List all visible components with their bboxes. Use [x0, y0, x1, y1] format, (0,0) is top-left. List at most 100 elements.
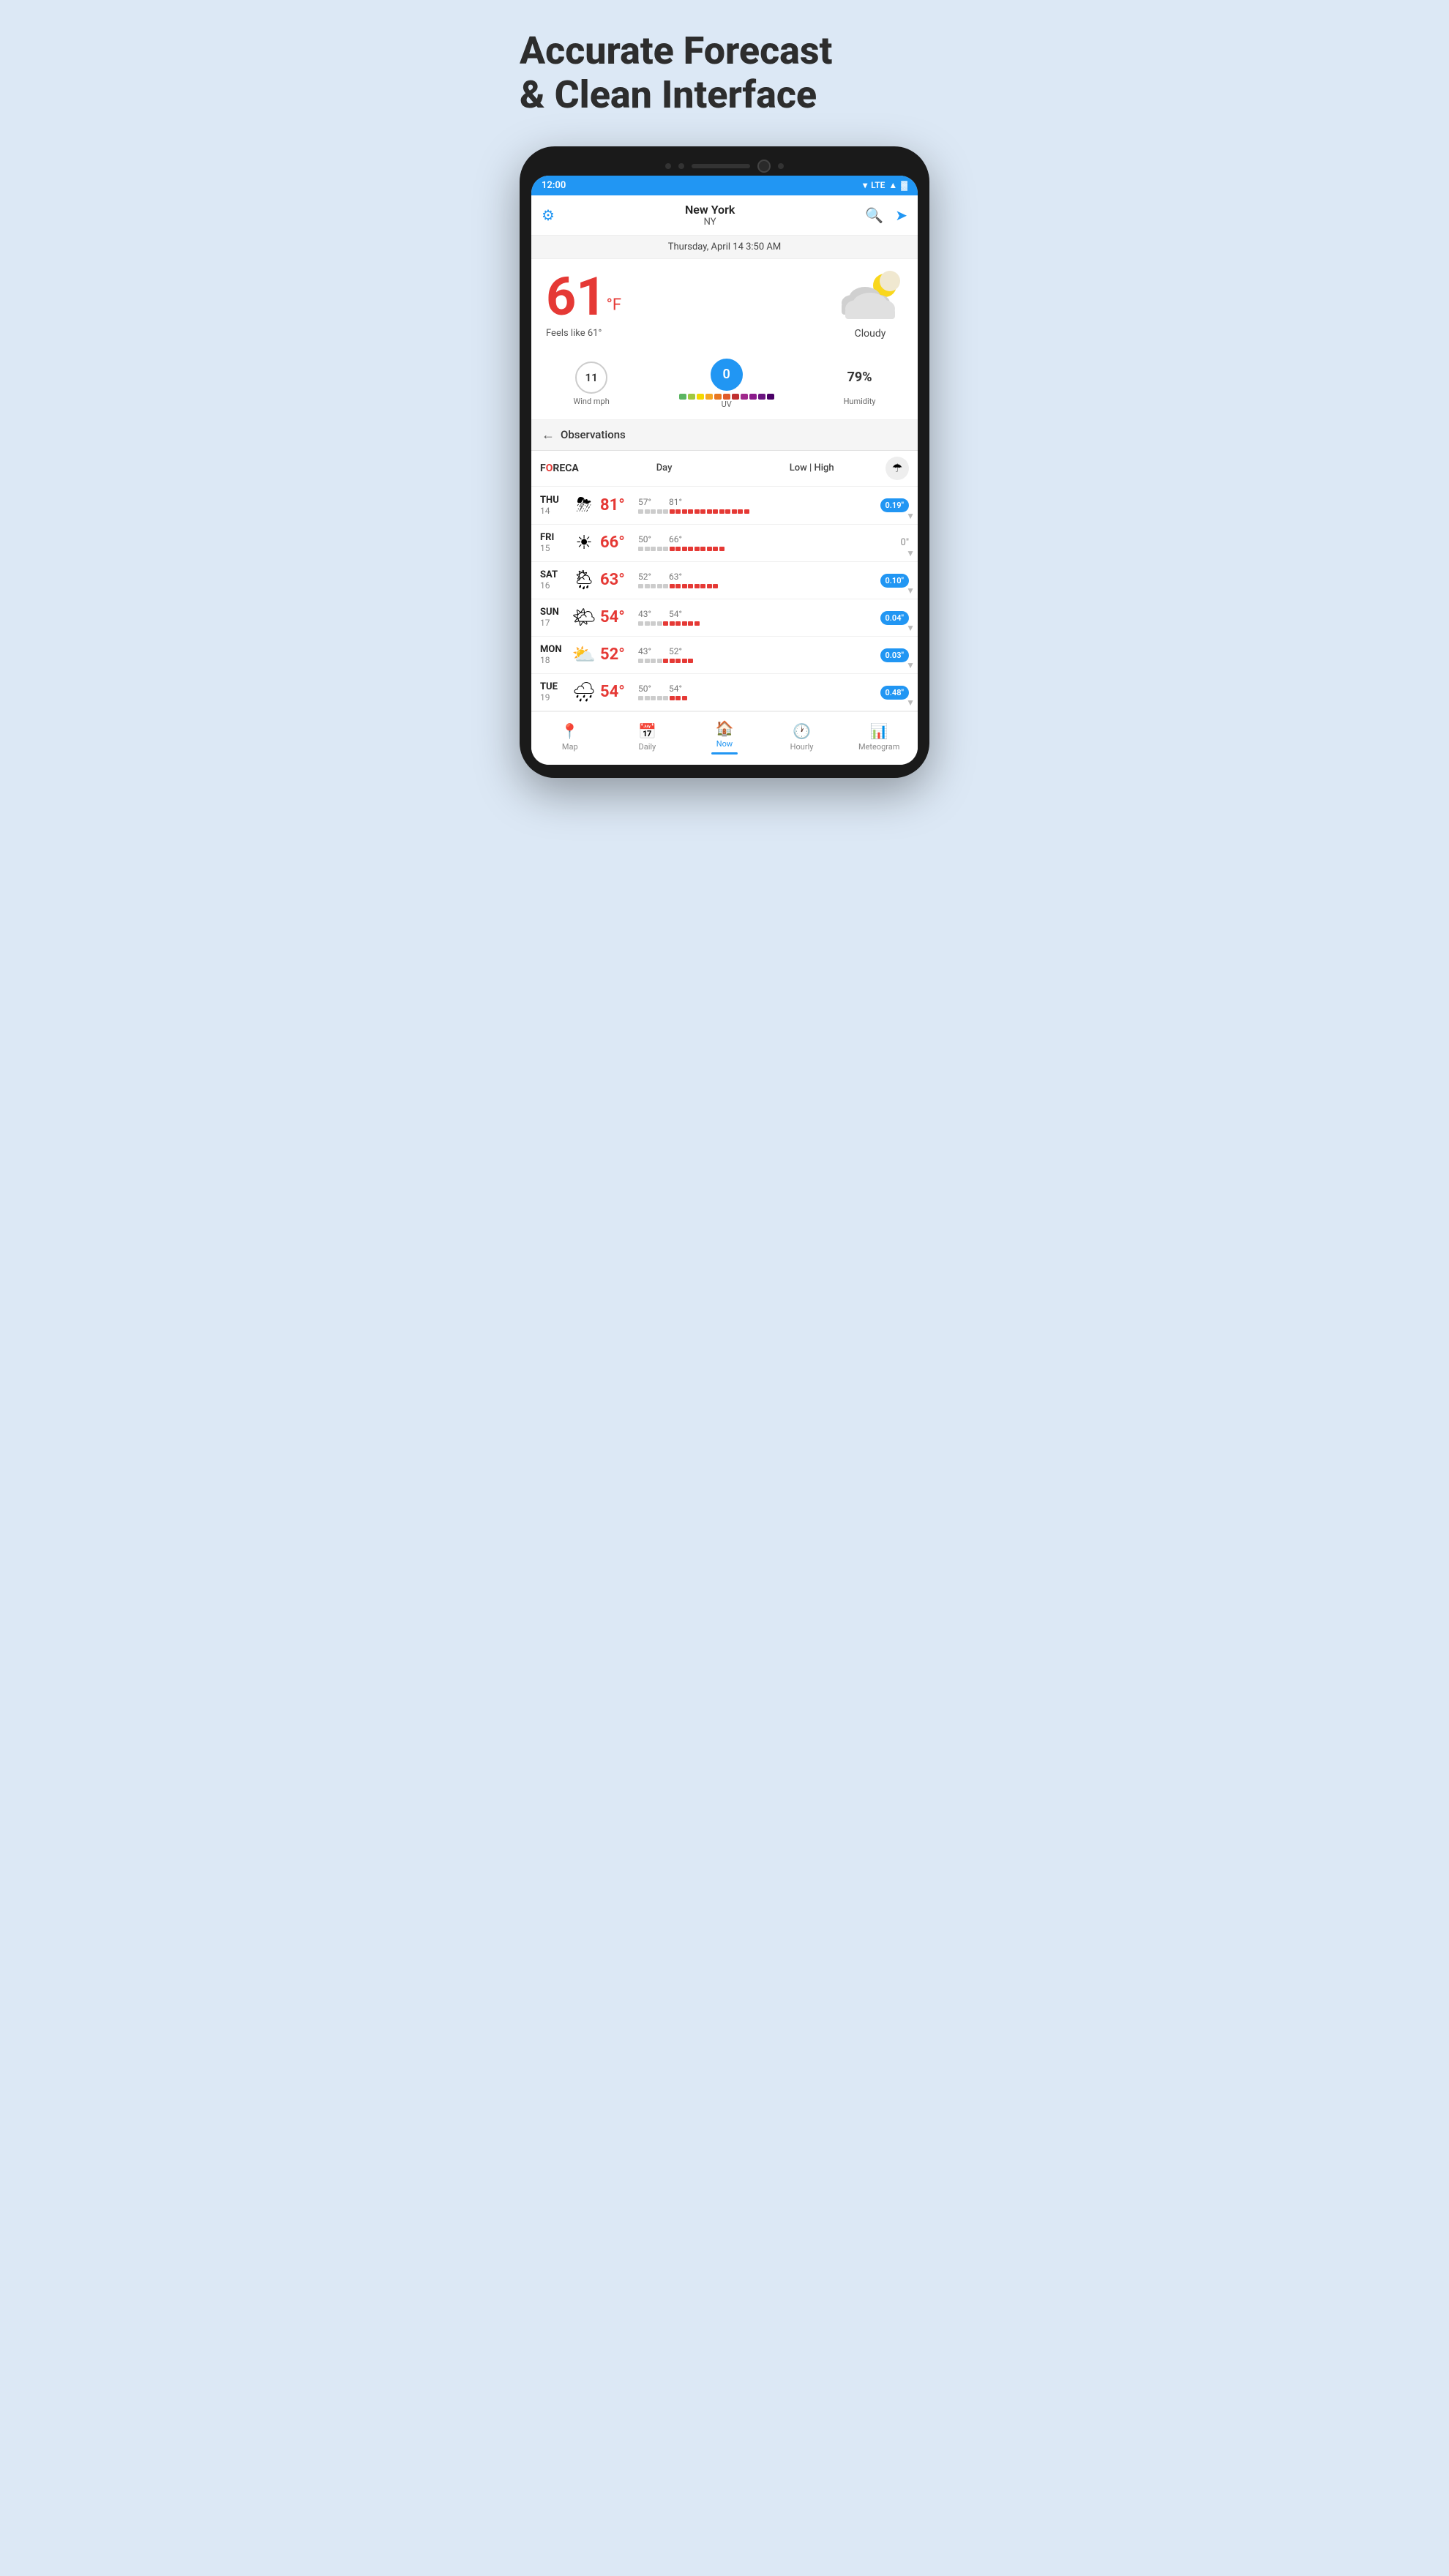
forecast-day: TUE19 — [540, 681, 568, 703]
uv-seg-4 — [714, 394, 722, 400]
headline: Accurate Forecast & Clean Interface — [520, 29, 929, 117]
settings-icon[interactable]: ⚙ — [542, 206, 555, 224]
stats-row: 11 Wind mph 0 UV 79% Humidity — [531, 351, 918, 420]
forecast-row[interactable]: FRI15☀66°50°66°0"▼ — [531, 525, 918, 562]
map-nav-icon: 📍 — [561, 722, 579, 740]
uv-value: 0 — [723, 367, 730, 382]
forecast-icon: ☀ — [568, 532, 600, 554]
nav-item-daily[interactable]: 📅 Daily — [625, 722, 669, 752]
chevron-down-icon: ▼ — [906, 511, 915, 521]
forecast-icon: ⛈ — [568, 494, 600, 517]
uv-bar — [679, 394, 774, 400]
wind-label: Wind mph — [573, 397, 609, 406]
hourly-nav-label: Hourly — [790, 742, 814, 752]
phone-outer: 12:00 ▾ LTE ▲ ▓ ⚙ New York NY 🔍 ➤ Thursd… — [520, 146, 929, 778]
nav-item-meteogram[interactable]: 📊 Meteogram — [857, 722, 901, 752]
chevron-down-icon: ▼ — [906, 660, 915, 670]
forecast-row[interactable]: MON18⛅52°43°52°0.03"▼ — [531, 637, 918, 674]
rain-icon-header: ☂ — [886, 457, 909, 480]
forecast-range: 43°52° — [638, 646, 871, 663]
nav-item-map[interactable]: 📍 Map — [548, 722, 592, 752]
foreca-o: O — [546, 463, 553, 474]
bottom-nav: 📍 Map 📅 Daily 🏠Now 🕐 Hourly 📊 Meteogram — [531, 711, 918, 765]
feels-like: Feels like 61° — [546, 328, 621, 339]
current-temp: 61 — [546, 266, 607, 328]
forecast-temp: 52° — [600, 645, 638, 664]
forecast-range: 50°54° — [638, 684, 871, 700]
forecast-precip: 0" — [871, 537, 909, 548]
forecast-temp: 81° — [600, 496, 638, 514]
uv-seg-0 — [679, 394, 686, 400]
current-date: Thursday, April 14 3:50 AM — [668, 242, 781, 252]
forecast-range: 52°63° — [638, 572, 871, 588]
forecast-row[interactable]: SUN17🌤54°43°54°0.04"▼ — [531, 599, 918, 637]
uv-seg-8 — [749, 394, 757, 400]
search-icon[interactable]: 🔍 — [865, 206, 883, 224]
forecast-icon: ⛅ — [568, 644, 600, 666]
forecast-header: FORECA Day Low | High ☂ — [531, 451, 918, 487]
nav-item-hourly[interactable]: 🕐 Hourly — [780, 722, 824, 752]
forecast-precip: 0.10" — [871, 575, 909, 585]
humidity-value: 79% — [844, 362, 876, 394]
meteogram-nav-icon: 📊 — [870, 722, 888, 740]
current-weather: 61°F Feels like 61° — [531, 259, 918, 351]
wind-circle: 11 — [575, 362, 607, 394]
chevron-down-icon: ▼ — [906, 623, 915, 633]
status-bar: 12:00 ▾ LTE ▲ ▓ — [531, 176, 918, 195]
forecast-row[interactable]: THU14⛈81°57°81°0.19"▼ — [531, 487, 918, 525]
location-display: New York NY — [685, 203, 735, 228]
date-bar: Thursday, April 14 3:50 AM — [531, 236, 918, 259]
chevron-down-icon: ▼ — [906, 697, 915, 708]
forecast-day: MON18 — [540, 644, 568, 665]
uv-seg-2 — [697, 394, 704, 400]
forecast-temp: 54° — [600, 683, 638, 701]
forecast-list: THU14⛈81°57°81°0.19"▼FRI15☀66°50°66°0"▼S… — [531, 487, 918, 711]
city-name: New York — [685, 203, 735, 217]
signal-icon: ▲ — [888, 180, 897, 190]
forecast-day: SAT16 — [540, 569, 568, 591]
foreca-brand: FORECA — [540, 463, 579, 474]
weather-description: Cloudy — [837, 328, 903, 340]
observations-row[interactable]: ← Observations — [531, 420, 918, 451]
weather-icon — [837, 271, 903, 325]
daily-nav-icon: 📅 — [638, 722, 656, 740]
forecast-precip: 0.19" — [871, 500, 909, 510]
observations-label: Observations — [561, 428, 626, 441]
wind-value: 11 — [585, 371, 598, 384]
forecast-day: SUN17 — [540, 607, 568, 628]
forecast-temp: 63° — [600, 571, 638, 589]
forecast-precip: 0.03" — [871, 650, 909, 660]
uv-seg-10 — [767, 394, 774, 400]
uv-seg-3 — [705, 394, 713, 400]
forecast-icon: 🌤 — [568, 607, 600, 629]
wifi-icon: ▾ — [863, 180, 867, 190]
app-header: ⚙ New York NY 🔍 ➤ — [531, 195, 918, 236]
uv-seg-9 — [758, 394, 765, 400]
forecast-precip: 0.48" — [871, 687, 909, 697]
battery-icon: ▓ — [901, 180, 907, 190]
map-nav-label: Map — [562, 742, 578, 752]
uv-seg-1 — [688, 394, 695, 400]
forecast-day: THU14 — [540, 495, 568, 516]
forecast-range: 50°66° — [638, 534, 871, 551]
forecast-range: 57°81° — [638, 497, 871, 514]
meteogram-nav-label: Meteogram — [858, 742, 899, 752]
forecast-temp: 54° — [600, 608, 638, 626]
forecast-icon: 🌧 — [568, 681, 600, 703]
forecast-row[interactable]: TUE19🌧54°50°54°0.48"▼ — [531, 674, 918, 711]
hourly-nav-icon: 🕐 — [793, 722, 811, 740]
chevron-down-icon: ▼ — [906, 585, 915, 596]
forecast-row[interactable]: SAT16🌦63°52°63°0.10"▼ — [531, 562, 918, 599]
humidity-stat: 79% Humidity — [844, 362, 876, 406]
uv-stat: 0 UV — [679, 359, 774, 409]
nav-item-now[interactable]: 🏠Now — [703, 719, 746, 755]
status-time: 12:00 — [542, 180, 566, 191]
state-name: NY — [704, 217, 716, 228]
uv-seg-6 — [732, 394, 739, 400]
back-arrow-icon[interactable]: ← — [542, 427, 555, 443]
humidity-label: Humidity — [844, 397, 876, 406]
location-icon[interactable]: ➤ — [895, 206, 907, 224]
daily-nav-label: Daily — [639, 742, 656, 752]
now-nav-label: Now — [716, 739, 733, 749]
wind-stat: 11 Wind mph — [573, 362, 609, 406]
